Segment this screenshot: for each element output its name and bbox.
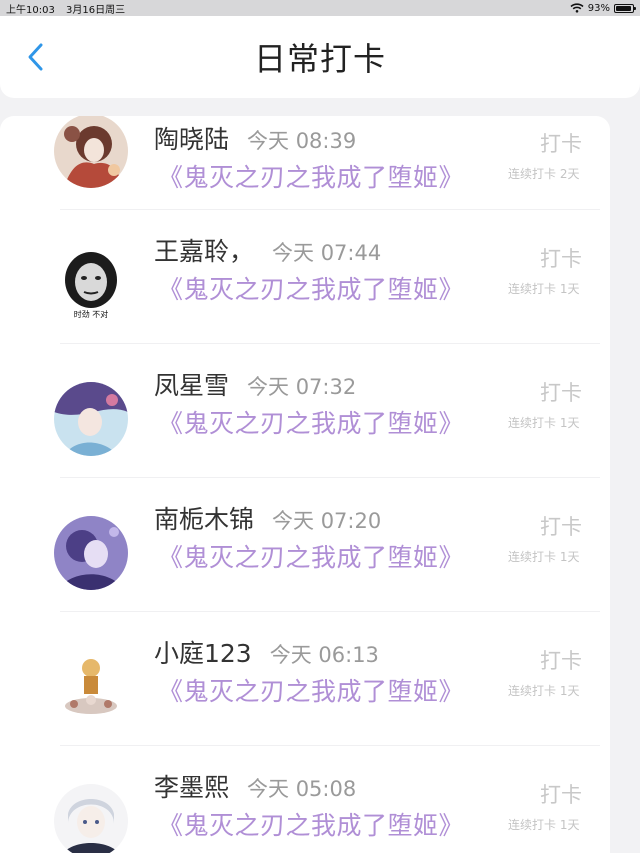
checkin-time: 今天 05:08 (247, 777, 357, 801)
checkin-button[interactable]: 打卡 (540, 128, 582, 158)
book-title[interactable]: 《鬼灭之刃之我成了堕姬》 (158, 672, 464, 708)
checkin-list[interactable]: 陶晓陆 今天 08:39 《鬼灭之刃之我成了堕姬》 打卡 连续打卡 2天 时劲 … (0, 116, 610, 853)
book-title[interactable]: 《鬼灭之刃之我成了堕姬》 (158, 158, 464, 194)
avatar[interactable] (54, 650, 128, 724)
row-top: 李墨熙 今天 05:08 (154, 768, 356, 804)
back-button[interactable] (20, 42, 50, 72)
user-name[interactable]: 王嘉聆， (154, 232, 254, 268)
nav-header: 日常打卡 (0, 16, 640, 98)
battery-icon (614, 3, 636, 13)
status-date: 3月16日周三 (66, 4, 126, 16)
row-top: 小庭123 今天 06:13 (154, 634, 379, 670)
list-item[interactable]: 时劲 不对 王嘉聆， 今天 07:44 《鬼灭之刃之我成了堕姬》 打卡 连续打卡… (0, 210, 610, 344)
checkin-time: 今天 07:32 (247, 375, 357, 399)
book-title[interactable]: 《鬼灭之刃之我成了堕姬》 (158, 806, 464, 842)
checkin-button[interactable]: 打卡 (540, 645, 582, 675)
battery-percent: 93% (587, 2, 610, 14)
checkin-button[interactable]: 打卡 (540, 377, 582, 407)
avatar[interactable] (54, 382, 128, 456)
streak-label: 连续打卡 2天 (508, 167, 580, 181)
checkin-time: 今天 07:44 (272, 241, 382, 265)
checkin-button[interactable]: 打卡 (540, 779, 582, 809)
avatar[interactable] (54, 116, 128, 188)
streak-label: 连续打卡 1天 (508, 550, 580, 564)
status-bar: 上午10:03 3月16日周三 93% (0, 0, 640, 16)
streak-label: 连续打卡 1天 (508, 818, 580, 832)
checkin-button[interactable]: 打卡 (540, 511, 582, 541)
row-top: 凤星雪 今天 07:32 (154, 366, 356, 402)
row-top: 南栀木锦 今天 07:20 (154, 500, 381, 536)
avatar[interactable]: 时劲 不对 (54, 248, 128, 322)
user-name[interactable]: 李墨熙 (154, 768, 229, 804)
list-item[interactable]: 小庭123 今天 06:13 《鬼灭之刃之我成了堕姬》 打卡 连续打卡 1天 (0, 612, 610, 746)
checkin-time: 今天 06:13 (269, 643, 379, 667)
status-left: 上午10:03 3月16日周三 (6, 1, 133, 16)
status-time: 上午10:03 (6, 4, 55, 16)
row-top: 陶晓陆 今天 08:39 (154, 120, 356, 156)
user-name[interactable]: 陶晓陆 (154, 120, 229, 156)
user-name[interactable]: 凤星雪 (154, 366, 229, 402)
book-title[interactable]: 《鬼灭之刃之我成了堕姬》 (158, 270, 464, 306)
status-right: 93% (570, 2, 636, 14)
wifi-icon (570, 3, 584, 13)
list-item[interactable]: 南栀木锦 今天 07:20 《鬼灭之刃之我成了堕姬》 打卡 连续打卡 1天 (0, 478, 610, 612)
book-title[interactable]: 《鬼灭之刃之我成了堕姬》 (158, 404, 464, 440)
checkin-time: 今天 08:39 (247, 129, 357, 153)
streak-label: 连续打卡 1天 (508, 416, 580, 430)
user-name[interactable]: 小庭123 (154, 634, 252, 670)
avatar[interactable] (54, 784, 128, 853)
checkin-button[interactable]: 打卡 (540, 243, 582, 273)
battery-fill (616, 5, 631, 11)
avatar-caption: 时劲 不对 (73, 310, 109, 319)
checkin-time: 今天 07:20 (272, 509, 382, 533)
avatar[interactable] (54, 516, 128, 590)
streak-label: 连续打卡 1天 (508, 282, 580, 296)
list-item[interactable]: 陶晓陆 今天 08:39 《鬼灭之刃之我成了堕姬》 打卡 连续打卡 2天 (0, 116, 610, 210)
row-top: 王嘉聆， 今天 07:44 (154, 232, 381, 268)
page-title: 日常打卡 (253, 40, 386, 78)
book-title[interactable]: 《鬼灭之刃之我成了堕姬》 (158, 538, 464, 574)
list-item[interactable]: 李墨熙 今天 05:08 《鬼灭之刃之我成了堕姬》 打卡 连续打卡 1天 (0, 746, 610, 853)
list-item[interactable]: 凤星雪 今天 07:32 《鬼灭之刃之我成了堕姬》 打卡 连续打卡 1天 (0, 344, 610, 478)
streak-label: 连续打卡 1天 (508, 684, 580, 698)
user-name[interactable]: 南栀木锦 (154, 500, 254, 536)
chevron-left-icon (28, 43, 43, 71)
